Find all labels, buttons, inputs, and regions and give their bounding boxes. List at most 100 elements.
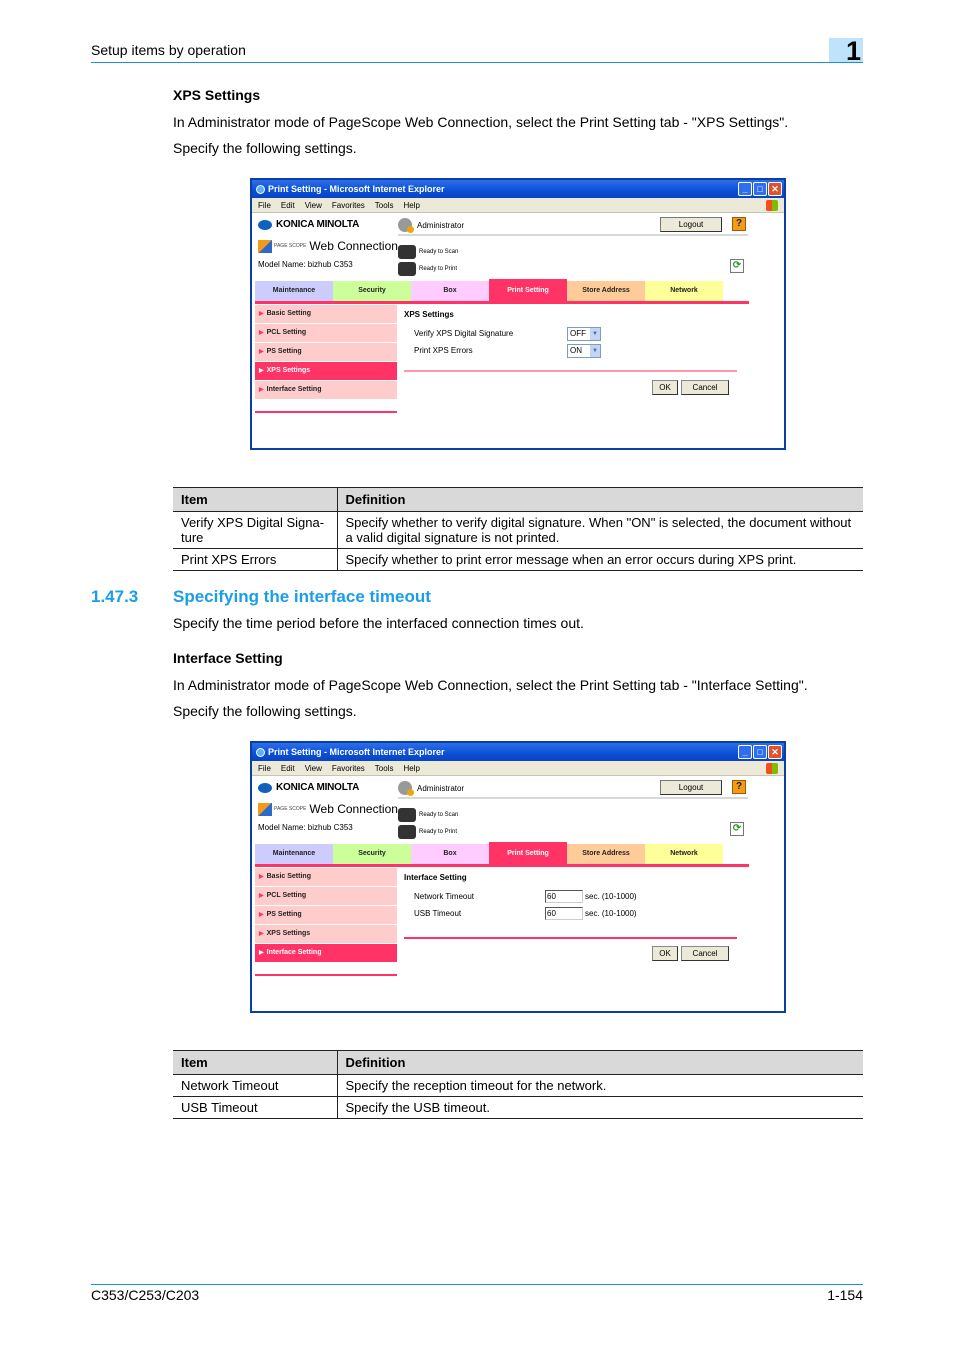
main-tabs: Maintenance Security Box Print Setting S… [255, 279, 723, 301]
definition-cell: Specify whether to print error message w… [337, 548, 863, 571]
model-name: Model Name: bizhub C353 [258, 260, 353, 269]
konica-minolta-logo: KONICA MINOLTA [258, 219, 359, 230]
item-cell: Verify XPS Digital Signa-ture [173, 511, 338, 549]
tab-network[interactable]: Network [645, 281, 723, 301]
maximize-button[interactable]: □ [753, 745, 767, 759]
footer-rule [91, 1284, 863, 1285]
table-row: Print XPS Errors Specify whether to prin… [173, 548, 863, 571]
menu-view[interactable]: View [305, 201, 322, 210]
window-titlebar: Print Setting - Microsoft Internet Explo… [252, 743, 784, 761]
column-header: Item [173, 487, 338, 512]
tab-security[interactable]: Security [333, 281, 411, 301]
verify-signature-select[interactable]: OFF ▼ [567, 326, 601, 341]
logout-button[interactable]: Logout [660, 780, 722, 795]
menu-file[interactable]: File [258, 201, 271, 210]
side-menu: ▶ Basic Setting ▶ PCL Setting ▶ PS Setting … [255, 868, 397, 963]
admin-icon [398, 781, 414, 796]
ok-button[interactable]: OK [652, 946, 678, 961]
table-row: Network Timeout Specify the reception ti… [173, 1074, 863, 1097]
column-header: Definition [337, 487, 863, 512]
menu-tools[interactable]: Tools [375, 764, 394, 773]
side-item-ps-setting[interactable]: ▶ PS Setting [255, 343, 397, 361]
menu-edit[interactable]: Edit [281, 764, 295, 773]
unit-label: sec. (10-1000) [585, 892, 637, 901]
tab-box[interactable]: Box [411, 844, 489, 864]
side-item-xps-settings[interactable]: ▶ XPS Settings [255, 362, 397, 380]
help-icon[interactable]: ? [732, 780, 746, 794]
user-label: Administrator [417, 783, 465, 793]
menu-file[interactable]: File [258, 764, 271, 773]
tab-network[interactable]: Network [645, 844, 723, 864]
product-name: Web Connection [309, 239, 398, 253]
print-status: Ready to Print [398, 262, 457, 276]
item-cell: Print XPS Errors [173, 548, 338, 571]
side-item-pcl-setting[interactable]: ▶ PCL Setting [255, 324, 397, 342]
field-label: Print XPS Errors [414, 346, 473, 355]
cancel-button[interactable]: Cancel [681, 380, 729, 395]
side-item-xps-settings[interactable]: ▶ XPS Settings [255, 925, 397, 943]
arrow-right-icon: ▶ [259, 330, 264, 336]
scan-status: Ready to Scan [398, 245, 458, 259]
minimize-button[interactable]: _ [738, 182, 752, 196]
network-timeout-input[interactable]: 60 [545, 890, 583, 903]
print-errors-select[interactable]: ON ▼ [567, 343, 601, 358]
scan-status: Ready to Scan [398, 808, 458, 822]
maximize-button[interactable]: □ [753, 182, 767, 196]
help-icon[interactable]: ? [732, 217, 746, 231]
arrow-right-icon: ▶ [259, 349, 264, 355]
side-item-basic-setting[interactable]: ▶ Basic Setting [255, 305, 397, 323]
side-item-basic-setting[interactable]: ▶ Basic Setting [255, 868, 397, 886]
chevron-down-icon: ▼ [590, 344, 600, 357]
tab-print-setting[interactable]: Print Setting [489, 279, 567, 301]
side-item-interface-setting[interactable]: ▶ Interface Setting [255, 944, 397, 962]
close-button[interactable]: ✕ [768, 182, 782, 196]
cancel-button[interactable]: Cancel [681, 946, 729, 961]
column-header: Item [173, 1050, 338, 1075]
side-item-label: Basic Setting [266, 873, 311, 880]
interface-intro: In Administrator mode of PageScope Web C… [173, 677, 808, 693]
tab-maintenance[interactable]: Maintenance [255, 281, 333, 301]
field-usb-timeout: USB Timeout 60 sec. (10-1000) [404, 905, 744, 922]
xps-specify: Specify the following settings. [173, 140, 357, 156]
xps-settings-panel: XPS Settings Verify XPS Digital Signatur… [404, 310, 744, 359]
side-item-interface-setting[interactable]: ▶ Interface Setting [255, 381, 397, 399]
menu-view[interactable]: View [305, 764, 322, 773]
menu-help[interactable]: Help [403, 764, 419, 773]
pagescope-icon [258, 802, 272, 816]
menu-edit[interactable]: Edit [281, 201, 295, 210]
print-status: Ready to Print [398, 825, 457, 839]
column-header: Definition [337, 1050, 863, 1075]
ok-button[interactable]: OK [652, 380, 678, 395]
side-item-pcl-setting[interactable]: ▶ PCL Setting [255, 887, 397, 905]
refresh-icon[interactable]: ⟳ [730, 822, 744, 836]
main-tabs: Maintenance Security Box Print Setting S… [255, 842, 723, 864]
side-item-label: PCL Setting [266, 892, 307, 899]
ie-icon [256, 747, 265, 757]
tab-maintenance[interactable]: Maintenance [255, 844, 333, 864]
tab-store-address[interactable]: Store Address [567, 281, 645, 301]
tab-print-setting[interactable]: Print Setting [489, 842, 567, 864]
side-item-label: XPS Settings [266, 367, 311, 374]
close-button[interactable]: ✕ [768, 745, 782, 759]
running-header: Setup items by operation [91, 42, 246, 58]
refresh-icon[interactable]: ⟳ [730, 259, 744, 273]
tab-store-address[interactable]: Store Address [567, 844, 645, 864]
menu-bar: File Edit View Favorites Tools Help [252, 198, 784, 213]
window-title: Print Setting - Microsoft Internet Explo… [268, 184, 445, 194]
definition-cell: Specify the reception timeout for the ne… [337, 1074, 863, 1097]
printer-icon [398, 262, 416, 276]
xps-definition-table: Item Definition Verify XPS Digital Signa… [173, 487, 863, 571]
field-verify-signature: Verify XPS Digital Signature OFF ▼ [404, 325, 744, 342]
arrow-right-icon: ▶ [259, 311, 264, 317]
header-rule [91, 62, 863, 63]
minimize-button[interactable]: _ [738, 745, 752, 759]
usb-timeout-input[interactable]: 60 [545, 907, 583, 920]
side-item-ps-setting[interactable]: ▶ PS Setting [255, 906, 397, 924]
tab-security[interactable]: Security [333, 844, 411, 864]
tab-box[interactable]: Box [411, 281, 489, 301]
menu-tools[interactable]: Tools [375, 201, 394, 210]
menu-help[interactable]: Help [403, 201, 419, 210]
menu-favorites[interactable]: Favorites [332, 764, 365, 773]
logout-button[interactable]: Logout [660, 217, 722, 232]
menu-favorites[interactable]: Favorites [332, 201, 365, 210]
